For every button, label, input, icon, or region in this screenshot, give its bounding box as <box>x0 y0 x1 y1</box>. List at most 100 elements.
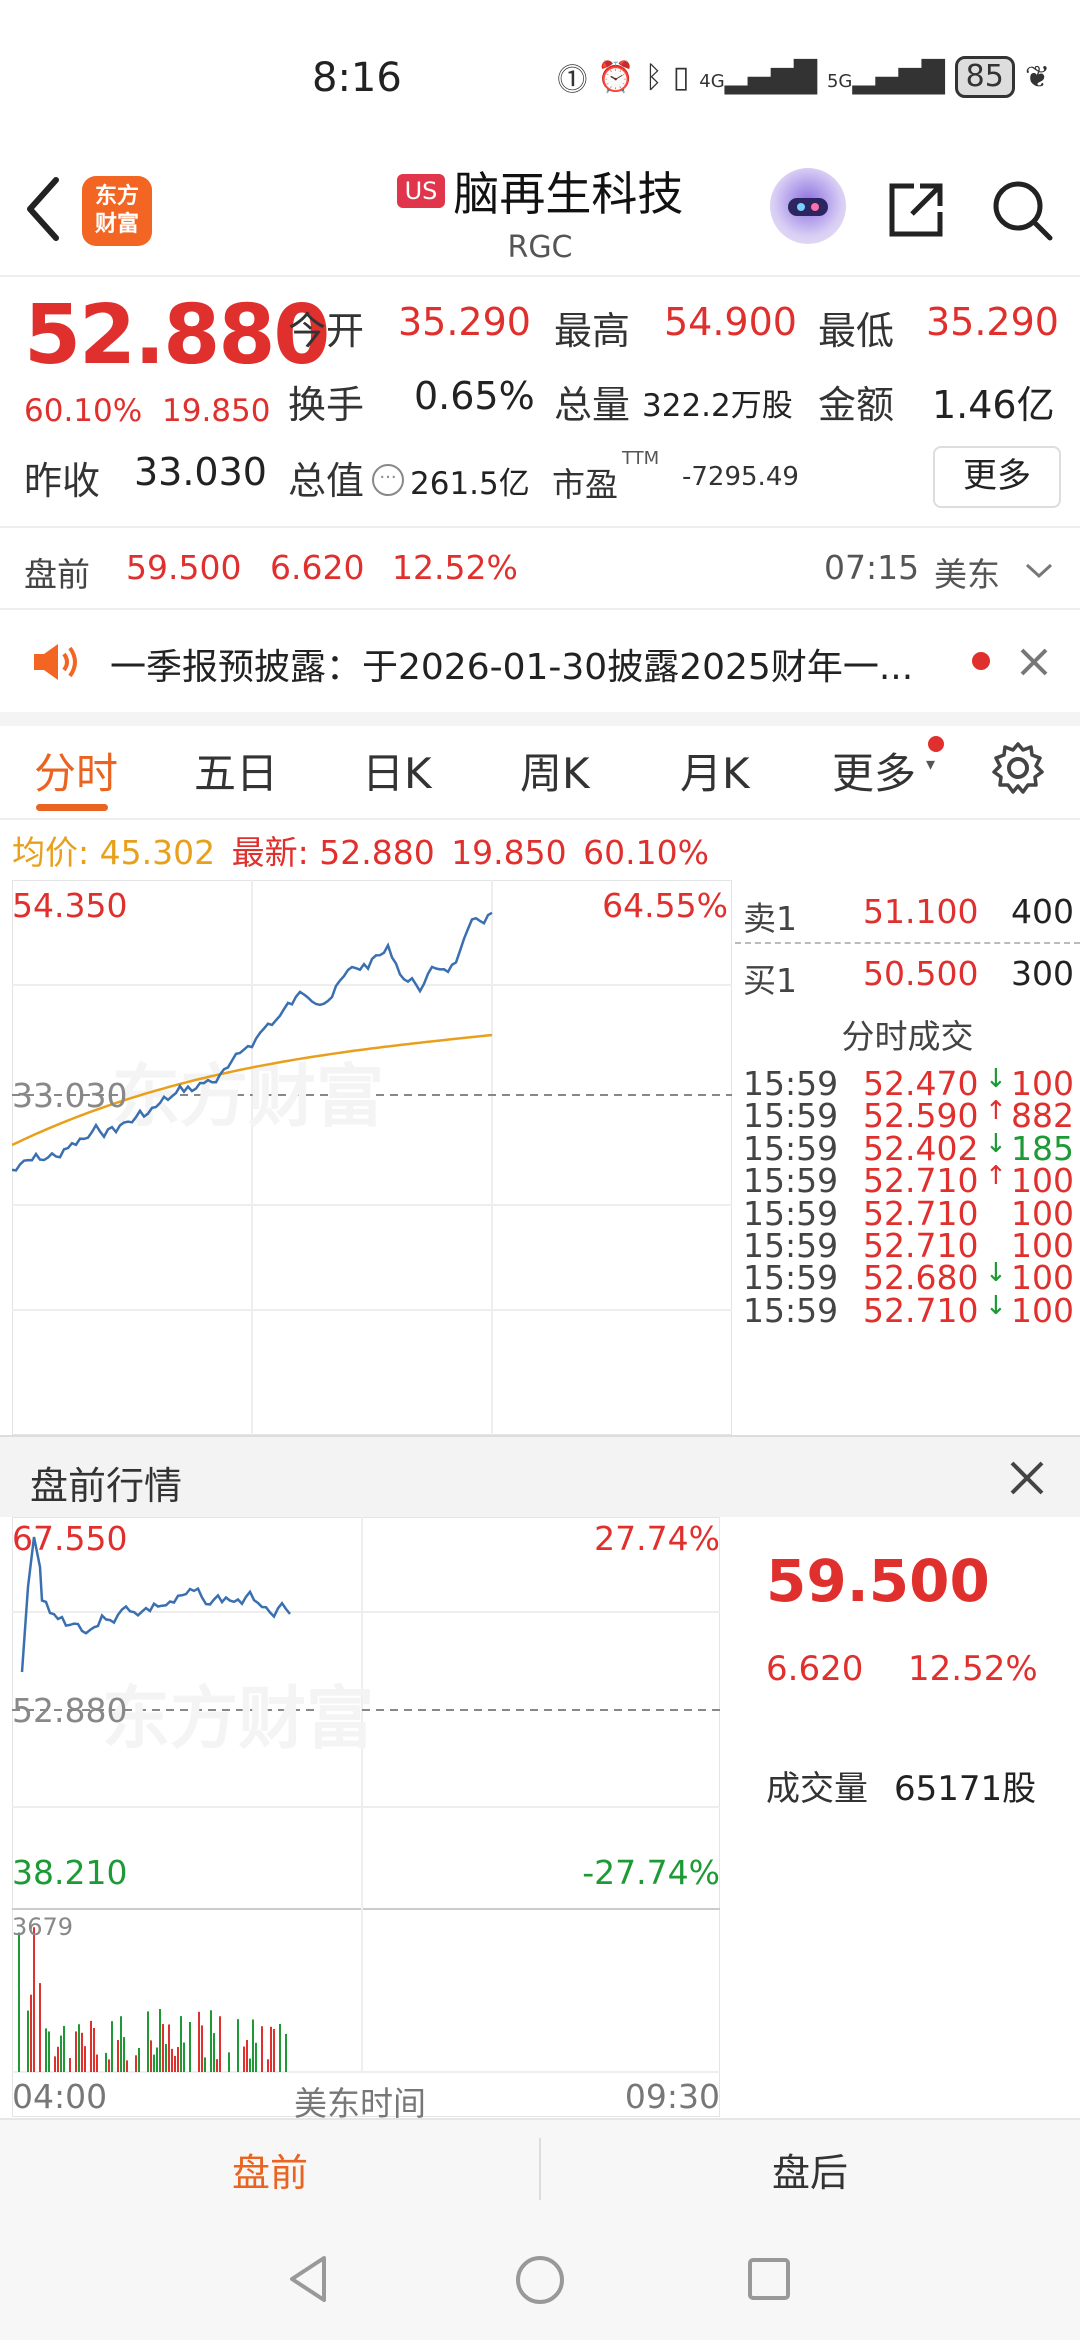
share-icon[interactable] <box>884 178 948 242</box>
volume-bar <box>249 2058 251 2072</box>
volume-bar <box>30 1994 32 2072</box>
search-icon[interactable] <box>990 178 1054 242</box>
intraday-chart-svg: 东方财富 <box>11 879 733 1436</box>
volume-bar <box>117 2040 119 2072</box>
alarm-icon: ⏰ <box>597 59 635 95</box>
open-label: 今开 <box>288 309 365 353</box>
tab-afterhours[interactable]: 盘后 <box>540 2142 1080 2197</box>
tab-more[interactable]: 更多 <box>832 740 916 801</box>
change-amount: 19.850 <box>162 393 271 429</box>
signal-4g-icon: 4G▂▄▆█ <box>699 59 817 95</box>
more-button[interactable]: 更多 <box>933 446 1061 508</box>
active-tab-indicator <box>36 804 108 811</box>
trade-time: 15:59 <box>743 1290 839 1330</box>
x-axis-end: 09:30 <box>624 2077 720 2116</box>
premarket-price: 59.500 <box>126 548 242 587</box>
speaker-icon <box>34 644 77 680</box>
quote-panel: 52.880 60.10% 19.850 今开 35.290 最高 54.900… <box>0 278 1080 528</box>
trade-row: 15:59 52.710 100 <box>735 1194 1080 1233</box>
nav-home-icon[interactable] <box>514 2254 566 2306</box>
pre-mid-price: 52.880 <box>12 1691 128 1730</box>
notice-bar[interactable]: 一季报预披露：于2026-01-30披露2025财年一... <box>0 610 1080 726</box>
pre-panel-pct: 12.52% <box>908 1649 1038 1689</box>
volume-bar <box>183 2042 185 2072</box>
change-percent: 60.10% <box>24 393 143 429</box>
volume-bar <box>39 1983 41 2072</box>
volume-bar <box>237 2019 239 2072</box>
volume-bar <box>45 2028 47 2072</box>
tab-weekly-k[interactable]: 周K <box>520 740 590 801</box>
trade-volume: 100 <box>1011 1290 1074 1330</box>
pre-volume-label: 成交量 <box>766 1769 868 1809</box>
chevron-down-icon <box>1025 563 1053 579</box>
latest-label: 最新: <box>231 833 309 872</box>
ai-assistant-icon[interactable] <box>770 168 846 244</box>
tab-premarket[interactable]: 盘前 <box>0 2142 540 2197</box>
market-badge: US <box>396 174 446 208</box>
intraday-chart[interactable]: 东方财富 54.350 64.55% 33.030 <box>11 879 733 1436</box>
tab-monthly-k[interactable]: 月K <box>680 740 750 801</box>
pre-vol-max: 3679 <box>12 1913 74 1941</box>
volume-bar <box>60 2035 62 2072</box>
low-value: 35.290 <box>926 300 1059 344</box>
volume-bar <box>267 2059 269 2072</box>
volume-bar <box>120 2016 122 2072</box>
vibrate-icon: ▯ <box>672 59 690 95</box>
unread-dot <box>972 652 990 670</box>
volume-bar <box>273 2028 275 2072</box>
premarket-change: 6.620 <box>270 548 365 587</box>
volume-bar <box>228 2052 230 2072</box>
volume-bar <box>246 2040 248 2072</box>
order-book-panel: 卖1 51.100 400 买1 50.500 300 分时成交 15:59 52… <box>735 880 1080 1435</box>
avg-price-value: 45.302 <box>99 833 216 872</box>
premarket-pct: 12.52% <box>392 548 518 587</box>
volume-bar <box>135 2055 137 2072</box>
volume-bar <box>168 2024 170 2072</box>
trade-row: 15:59 52.710 100 <box>735 1226 1080 1265</box>
status-icons: ⓵ ⏰ ᛒ ▯ 4G▂▄▆█ 5G▂▄▆█ 85 ❦ <box>557 55 1050 99</box>
chart-watermark: 东方财富 <box>112 1058 384 1137</box>
close-icon[interactable] <box>1018 646 1050 678</box>
arrow-up-icon: ↑ <box>985 1096 1007 1127</box>
amount-value: 1.46亿 <box>932 383 1055 427</box>
volume-bar <box>147 2011 149 2072</box>
high-label: 最高 <box>554 309 631 353</box>
status-bar: 8:16 ⓵ ⏰ ᛒ ▯ 4G▂▄▆█ 5G▂▄▆█ 85 ❦ <box>0 0 1080 150</box>
premarket-tz: 美东 <box>934 555 1000 594</box>
battery-icon: 85 <box>954 56 1015 98</box>
volume-bar <box>81 2032 83 2072</box>
market-cap-value: 261.5亿 <box>410 466 530 502</box>
nav-back-icon[interactable] <box>286 2254 330 2304</box>
volume-bar <box>78 2024 80 2072</box>
prev-close-value: 33.030 <box>134 450 267 494</box>
premarket-row[interactable]: 盘前 59.500 6.620 12.52% 07:15 美东 <box>0 528 1080 610</box>
trades-list: 15:59 52.470 ↓ 100 15:59 52.590 ↑ 882 15:59 52.40… <box>735 1064 1080 1330</box>
volume-bar <box>108 2059 110 2072</box>
arrow-up-icon: ↑ <box>985 1161 1007 1192</box>
more-info-icon[interactable]: ··· <box>372 464 404 496</box>
volume-bar <box>33 1927 35 2072</box>
volume-bar <box>69 2058 71 2072</box>
volume-bar <box>189 2022 191 2072</box>
arrow-down-icon: ↓ <box>985 1258 1007 1289</box>
tab-five-day[interactable]: 五日 <box>194 740 278 801</box>
tab-intraday[interactable]: 分时 <box>34 740 118 801</box>
nav-recents-icon[interactable] <box>746 2256 792 2302</box>
volume-bar <box>54 2056 56 2072</box>
close-icon[interactable] <box>1008 1459 1046 1497</box>
tab-daily-k[interactable]: 日K <box>362 740 432 801</box>
volume-bar <box>48 2031 50 2072</box>
chart-tabs: 分时 五日 日K 周K 月K 更多 ▾ <box>0 726 1080 820</box>
leaf-icon: ❦ <box>1024 59 1050 95</box>
volume-bar <box>255 2042 257 2072</box>
trade-row: 15:59 52.470 ↓ 100 <box>735 1064 1080 1103</box>
turnover-value: 0.65% <box>414 374 535 418</box>
amount-label: 金额 <box>818 383 895 427</box>
volume-bar <box>198 2011 200 2072</box>
settings-icon[interactable] <box>990 740 1046 796</box>
pre-bottom-price: 38.210 <box>12 1853 128 1892</box>
more-dot <box>928 736 944 752</box>
system-nav-bar <box>0 2214 1080 2340</box>
turnover-label: 换手 <box>288 383 365 427</box>
premarket-chart[interactable]: 东方财富 67.550 27.74% 52.880 38.210 -27.74%… <box>11 1516 721 2123</box>
